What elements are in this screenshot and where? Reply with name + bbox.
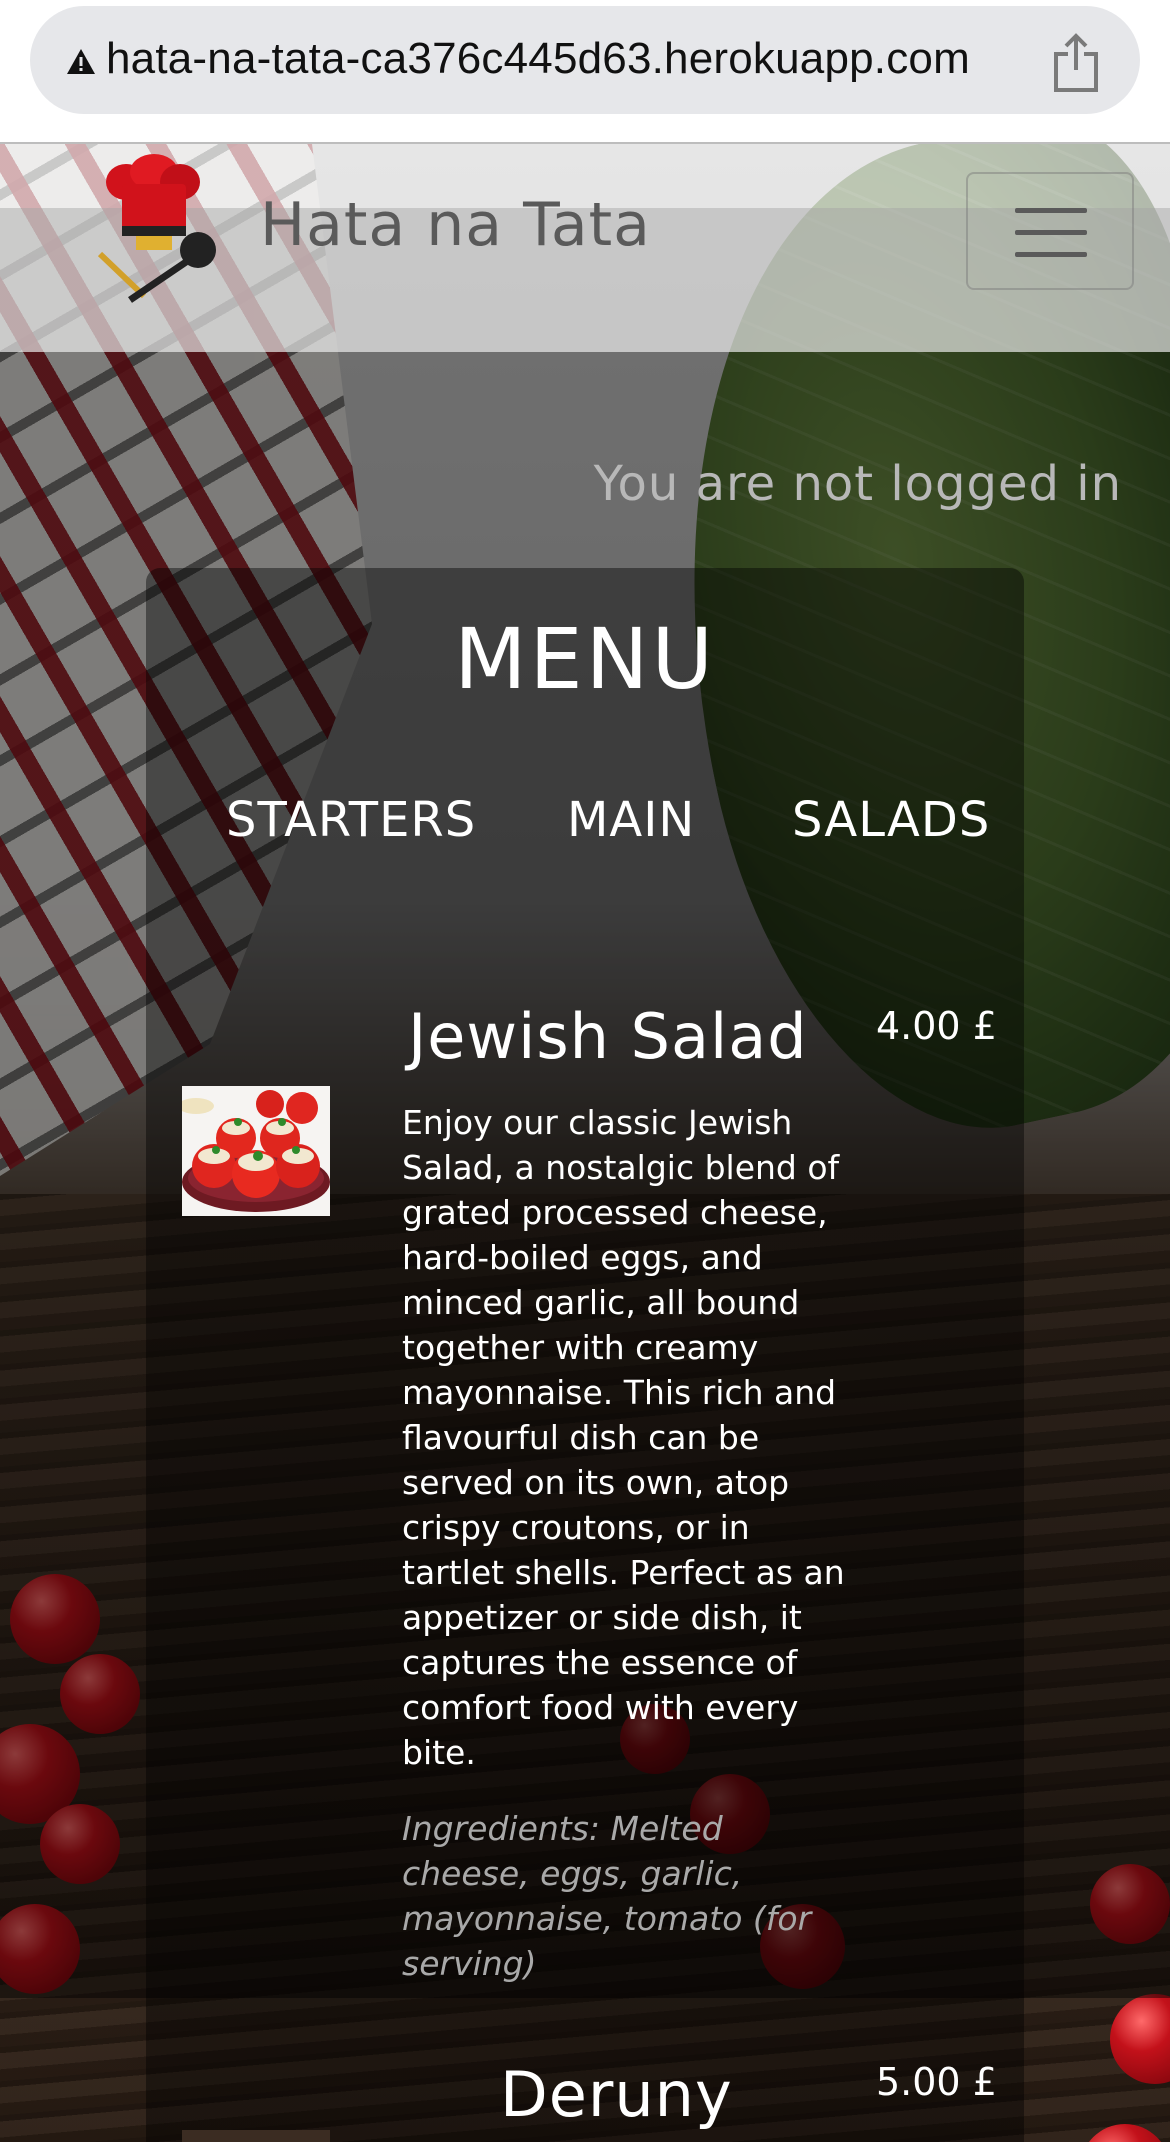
- jewish-salad-photo: [182, 1086, 330, 1216]
- navbar-toggle-button[interactable]: [966, 172, 1134, 290]
- tab-starters[interactable]: STARTERS: [226, 792, 476, 848]
- browser-chrome: hata-na-tata-ca376c445d63.herokuapp.com: [0, 0, 1170, 144]
- login-status: You are not logged in: [593, 456, 1122, 512]
- url-text[interactable]: hata-na-tata-ca376c445d63.herokuapp.com: [106, 34, 970, 84]
- dish-description: Enjoy our classic Jewish Salad, a nostal…: [402, 1103, 845, 1772]
- dish-ingredients: Ingredients: Melted cheese, eggs, garlic…: [402, 1809, 812, 1983]
- dish-name: Jewish Salad: [408, 1000, 808, 1073]
- dish-image: [182, 2130, 330, 2142]
- tab-salads[interactable]: SALADS: [792, 792, 990, 848]
- address-bar[interactable]: hata-na-tata-ca376c445d63.herokuapp.com: [30, 6, 1140, 114]
- dish-price: 4.00 £: [876, 1004, 997, 1048]
- dish-image: [182, 1086, 330, 1216]
- hamburger-menu-icon: [1015, 252, 1087, 257]
- dish-price: 5.00 £: [876, 2060, 997, 2104]
- navbar: Hata na Tata: [0, 144, 1170, 352]
- chef-hat-logo-icon[interactable]: [90, 154, 220, 304]
- share-icon[interactable]: [1048, 32, 1104, 94]
- hamburger-menu-icon: [1015, 208, 1087, 213]
- tab-main[interactable]: MAIN: [567, 792, 695, 848]
- dish-name: Deruny: [500, 2058, 733, 2131]
- hamburger-menu-icon: [1015, 230, 1087, 235]
- brand-name[interactable]: Hata na Tata: [260, 190, 651, 260]
- warning-triangle-icon: [67, 49, 95, 74]
- menu-title: MENU: [454, 610, 716, 708]
